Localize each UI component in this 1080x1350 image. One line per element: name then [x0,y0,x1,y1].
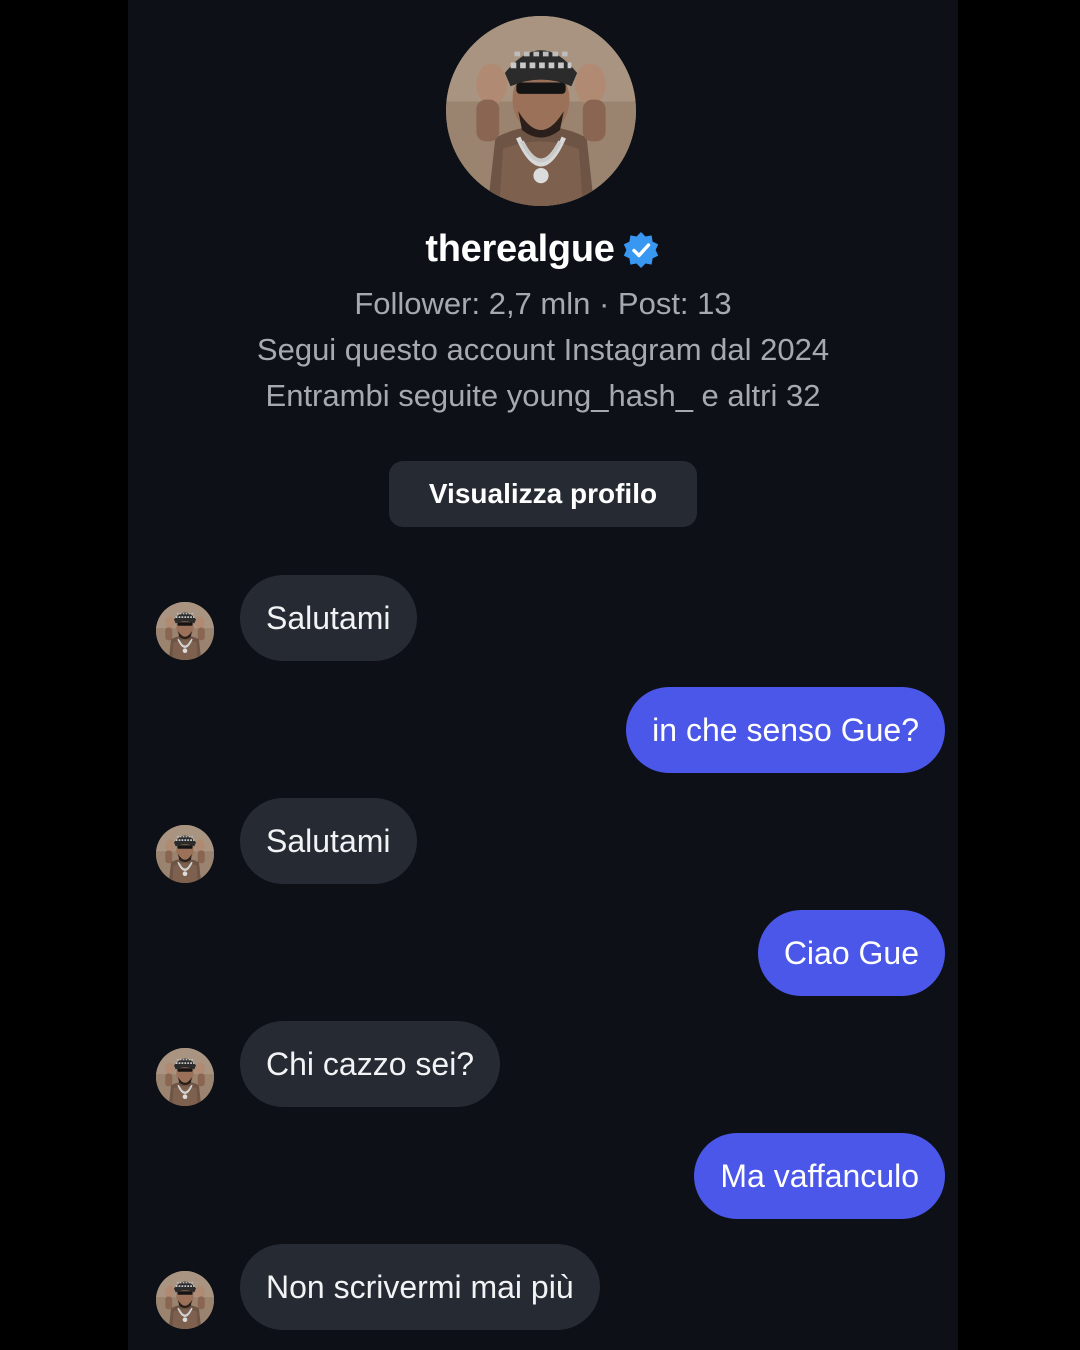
follow-since: Segui questo account Instagram dal 2024 [256,332,830,367]
sender-avatar[interactable] [156,825,214,883]
verified-badge-icon [623,231,658,268]
sender-avatar[interactable] [156,1048,214,1106]
username-row: therealgue [128,228,958,271]
chat-screen: therealgue Follower: 2,7 mln · Post: 13 … [128,0,958,1350]
username[interactable]: therealgue [425,228,614,271]
view-profile-button[interactable]: Visualizza profilo [389,461,697,527]
profile-stats: Follower: 2,7 mln · Post: 13 [354,286,732,321]
profile-avatar[interactable] [446,16,636,206]
sender-avatar[interactable] [156,1271,214,1329]
sender-avatar[interactable] [156,602,214,660]
mutual-followers: Entrambi seguite young_hash_ e altri 32 [265,378,821,413]
incoming-message[interactable]: Non scrivermi mai più [240,1244,600,1330]
outgoing-message[interactable]: Ma vaffanculo [694,1133,945,1219]
incoming-message[interactable]: Chi cazzo sei? [240,1021,501,1107]
outgoing-message[interactable]: in che senso Gue? [626,687,945,773]
incoming-message[interactable]: Salutami [240,798,417,884]
outgoing-message[interactable]: Ciao Gue [757,910,945,996]
incoming-message[interactable]: Salutami [240,575,417,661]
